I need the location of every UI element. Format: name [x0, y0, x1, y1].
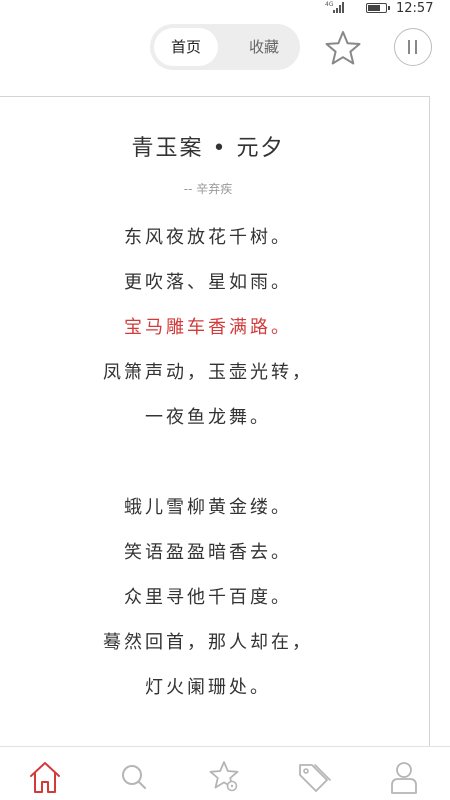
poem-line: 一夜鱼龙舞。 — [145, 407, 271, 428]
tab-switcher: 首页 收藏 — [150, 24, 300, 70]
nav-tags[interactable] — [294, 759, 334, 795]
home-icon — [30, 762, 60, 793]
pause-button[interactable] — [394, 28, 432, 66]
poem-author: -- 辛弃疾 — [183, 182, 233, 196]
tab-favorites[interactable]: 收藏 — [232, 28, 296, 66]
star-icon — [325, 31, 361, 65]
favorite-button[interactable] — [322, 28, 364, 68]
bottom-nav — [0, 746, 450, 800]
signal-icon: 4G — [325, 1, 349, 15]
nav-profile[interactable] — [384, 759, 424, 795]
search-icon — [122, 765, 146, 789]
pause-icon — [408, 40, 410, 54]
status-bar: 4G 12:57 — [0, 0, 450, 18]
star-settings-icon — [209, 761, 239, 792]
profile-icon — [391, 762, 417, 794]
status-time: 12:57 — [396, 1, 434, 16]
nav-home[interactable] — [25, 759, 65, 795]
poem-line: 灯火阑珊处。 — [145, 677, 271, 698]
tags-icon — [299, 764, 331, 792]
poem-line: 蛾儿雪柳黄金缕。 — [124, 497, 292, 518]
poem-line: 众里寻他千百度。 — [124, 587, 292, 608]
poem-line: 东风夜放花千树。 — [124, 227, 292, 248]
poem-line: 笑语盈盈暗香去。 — [124, 542, 292, 563]
poem-line: 凤箫声动，玉壶光转， — [103, 362, 313, 383]
nav-search[interactable] — [114, 759, 154, 795]
poem-title: 青玉案 • 元夕 — [131, 136, 285, 161]
nav-discover[interactable] — [204, 759, 244, 795]
battery-icon — [366, 3, 390, 13]
poem-line: 更吹落、星如雨。 — [124, 272, 292, 293]
poem-line: 蓦然回首，那人却在， — [103, 632, 313, 653]
poem-line-highlighted: 宝马雕车香满路。 — [124, 317, 292, 338]
tab-home[interactable]: 首页 — [154, 28, 218, 66]
